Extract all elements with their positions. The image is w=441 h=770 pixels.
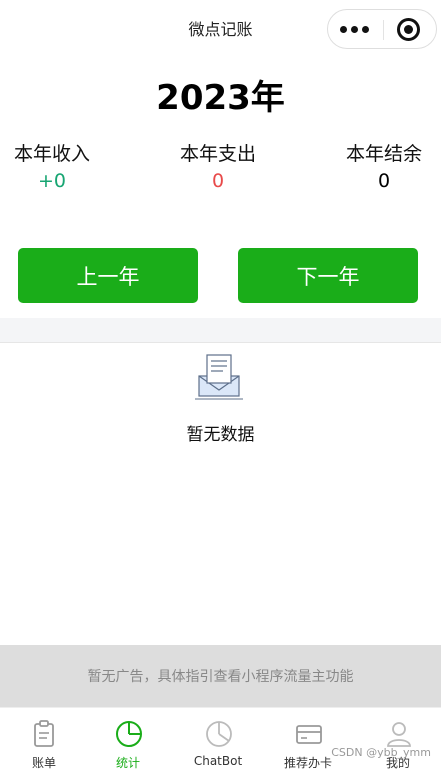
pie-chart-icon xyxy=(115,720,142,748)
ad-banner: 暂无广告，具体指引查看小程序流量主功能 xyxy=(0,645,441,707)
tab-stats[interactable]: 统计 xyxy=(84,708,172,770)
expense-value: 0 xyxy=(211,170,225,192)
tab-label: 统计 xyxy=(115,756,140,770)
watermark: CSDN @ybb_ymm xyxy=(331,746,431,759)
tab-label: ChatBot xyxy=(193,754,243,768)
expense-label: 本年支出 xyxy=(179,143,256,165)
tab-bill[interactable]: 账单 xyxy=(0,708,88,770)
pie-outline-icon xyxy=(205,720,232,748)
prev-year-button[interactable]: 上一年 xyxy=(18,248,198,303)
credit-card-icon xyxy=(295,720,322,748)
empty-envelope-icon xyxy=(193,352,245,402)
tab-chatbot[interactable]: ChatBot xyxy=(174,708,262,770)
stat-income: 本年收入 +0 xyxy=(0,142,107,194)
clipboard-icon xyxy=(31,720,57,748)
mini-program-capsule xyxy=(327,9,437,49)
user-icon xyxy=(385,720,411,748)
tab-card[interactable]: 推荐办卡 xyxy=(264,708,352,770)
stat-balance: 本年结余 0 xyxy=(329,142,439,194)
empty-state-text: 暂无数据 xyxy=(186,425,255,445)
tab-label: 账单 xyxy=(31,756,56,770)
balance-label: 本年结余 xyxy=(345,143,422,165)
income-value: +0 xyxy=(37,170,66,192)
tab-bar: 账单 统计 ChatBot 推荐办卡 我的 xyxy=(0,707,441,770)
year-title: 2023年 xyxy=(156,78,285,118)
stat-expense: 本年支出 0 xyxy=(163,142,273,194)
next-year-button[interactable]: 下一年 xyxy=(238,248,418,303)
capsule-divider xyxy=(383,20,384,40)
divider-line xyxy=(0,342,441,343)
nav-header: 微点记账 xyxy=(0,0,441,56)
income-label: 本年收入 xyxy=(13,143,90,165)
more-icon[interactable] xyxy=(340,19,374,39)
ad-text: 暂无广告，具体指引查看小程序流量主功能 xyxy=(87,669,354,685)
close-target-icon[interactable] xyxy=(397,18,420,41)
section-divider xyxy=(0,318,441,342)
tab-mine[interactable]: 我的 xyxy=(354,708,441,770)
balance-value: 0 xyxy=(377,170,391,192)
